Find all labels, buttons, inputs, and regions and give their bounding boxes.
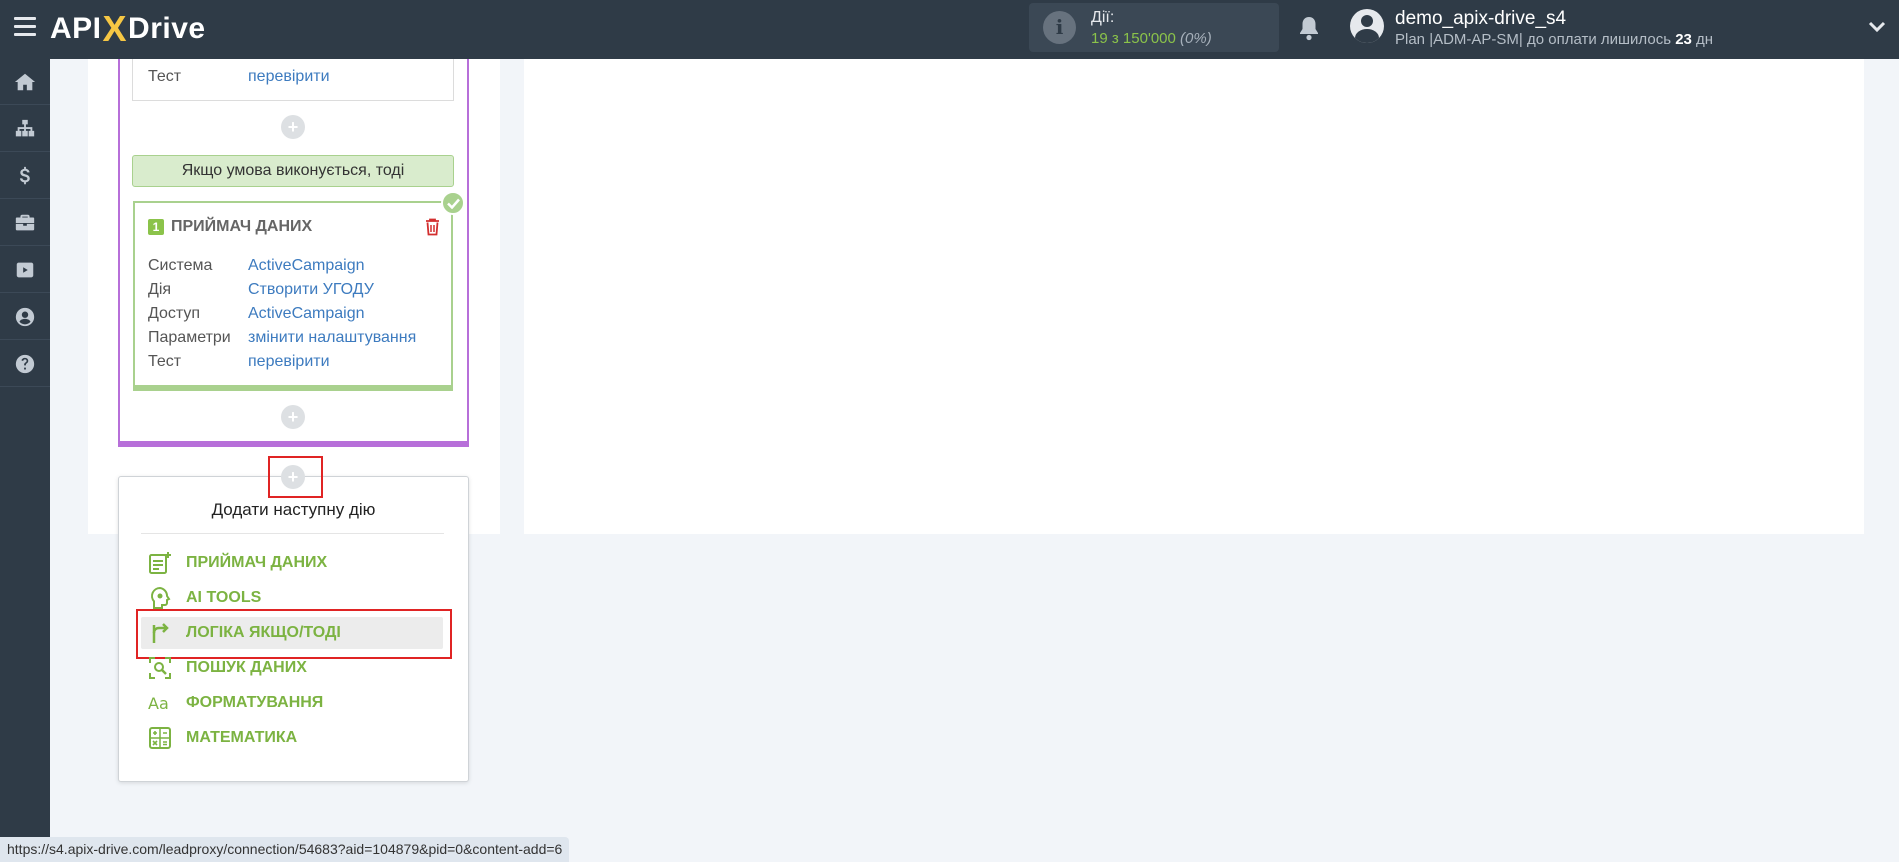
- menu-item-search-data[interactable]: ПОШУК ДАНИХ: [141, 652, 443, 684]
- menu-item-label: ФОРМАТУВАННЯ: [186, 694, 324, 711]
- menu-item-label: AI TOOLS: [186, 589, 262, 606]
- row-label-system: Система: [148, 257, 213, 274]
- sidebar-item-video[interactable]: [0, 247, 50, 293]
- sidebar-item-home[interactable]: [0, 59, 50, 105]
- access-link[interactable]: ActiveCampaign: [248, 305, 365, 323]
- menu-item-label: ПРИЙМАЧ ДАНИХ: [186, 554, 328, 571]
- user-circle-icon: [15, 307, 35, 326]
- actions-count: 19 з 150'000 (0%): [1091, 30, 1212, 47]
- system-link[interactable]: ActiveCampaign: [248, 257, 365, 275]
- params-link[interactable]: змінити налаштування: [248, 329, 416, 347]
- menu-divider: [141, 533, 444, 534]
- youtube-icon: [16, 262, 34, 277]
- row-label-test: Тест: [148, 68, 182, 85]
- home-icon: [14, 73, 36, 90]
- action-link[interactable]: Створити УГОДУ: [248, 281, 374, 299]
- dollar-icon: [19, 166, 30, 184]
- user-plan: Plan |ADM-AP-SM| до оплати лишилось 23 д…: [1395, 31, 1714, 48]
- settings-panel: [524, 59, 1864, 534]
- add-step-button[interactable]: +: [281, 405, 305, 429]
- menu-item-formatting[interactable]: Aa ФОРМАТУВАННЯ: [141, 687, 443, 719]
- row-label-action: Дія: [148, 281, 172, 298]
- highlight-box: [268, 456, 323, 498]
- check-icon: [441, 191, 465, 215]
- avatar[interactable]: [1350, 9, 1384, 43]
- menu-title: Додати наступну дію: [211, 500, 376, 519]
- menu-item-math[interactable]: МАТЕМАТИКА: [141, 722, 443, 754]
- question-icon: [15, 354, 35, 373]
- chevron-down-icon[interactable]: [1868, 18, 1886, 36]
- menu-item-label: ПОШУК ДАНИХ: [186, 659, 307, 676]
- search-data-icon: [147, 655, 173, 681]
- briefcase-icon: [15, 214, 35, 230]
- receiver-icon: [147, 550, 173, 576]
- sidebar-item-connections[interactable]: [0, 106, 50, 152]
- svg-text:Aa: Aa: [148, 694, 169, 713]
- menu-item-receiver[interactable]: ПРИЙМАЧ ДАНИХ: [141, 547, 443, 579]
- user-name[interactable]: demo_apix-drive_s4: [1395, 8, 1566, 30]
- sidebar-item-help[interactable]: [0, 341, 50, 387]
- row-label-params: Параметри: [148, 329, 231, 346]
- test-link[interactable]: перевірити: [248, 68, 330, 86]
- actions-counter[interactable]: i Дії: 19 з 150'000 (0%): [1029, 3, 1279, 52]
- row-label-test: Тест: [148, 353, 182, 370]
- top-header: API X Drive i Дії: 19 з 150'000 (0%) demo_…: [0, 0, 1899, 59]
- bell-icon[interactable]: [1297, 15, 1321, 41]
- receiver-title: ПРИЙМАЧ ДАНИХ: [171, 218, 313, 235]
- ai-icon: [147, 585, 173, 611]
- actions-title: Дії:: [1091, 9, 1115, 26]
- sidebar-item-billing[interactable]: [0, 153, 50, 199]
- info-icon: i: [1043, 11, 1076, 44]
- menu-icon[interactable]: [14, 17, 36, 37]
- math-icon: [147, 725, 173, 751]
- sidebar: [0, 59, 50, 862]
- logo[interactable]: API X Drive: [50, 8, 206, 49]
- condition-bar: Якщо умова виконується, тоді: [132, 155, 454, 187]
- sidebar-item-services[interactable]: [0, 200, 50, 246]
- sitemap-icon: [15, 119, 35, 136]
- format-icon: Aa: [147, 690, 173, 716]
- sidebar-item-profile[interactable]: [0, 294, 50, 340]
- step-number: 1: [148, 219, 164, 235]
- add-step-button[interactable]: +: [281, 115, 305, 139]
- trash-icon[interactable]: [425, 218, 440, 236]
- row-label-access: Доступ: [148, 305, 201, 322]
- test-link[interactable]: перевірити: [248, 353, 330, 371]
- menu-item-label: МАТЕМАТИКА: [186, 729, 298, 746]
- status-bar-url: https://s4.apix-drive.com/leadproxy/conn…: [0, 837, 570, 862]
